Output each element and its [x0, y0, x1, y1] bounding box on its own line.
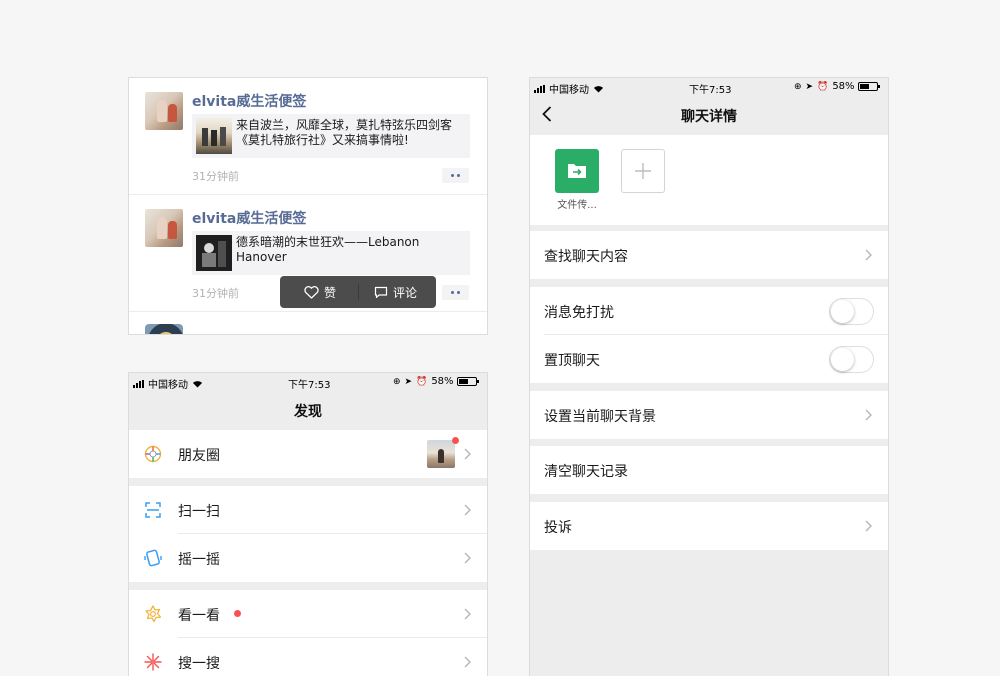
discover-item-search[interactable]: 搜一搜 — [129, 638, 487, 676]
item-label: 摇一摇 — [178, 552, 220, 568]
chevron-right-icon — [865, 249, 872, 261]
page-title: 聊天详情 — [681, 109, 737, 125]
plus-icon — [635, 163, 651, 179]
row-label: 投诉 — [544, 520, 572, 536]
page-title: 发现 — [294, 404, 322, 420]
top-stories-icon — [145, 605, 162, 623]
heart-icon — [304, 285, 319, 299]
scan-icon — [145, 502, 161, 518]
wifi-icon — [193, 380, 202, 387]
like-label: 赞 — [324, 285, 337, 300]
shake-icon — [144, 549, 162, 567]
discover-item-moments[interactable]: 朋友圈 — [129, 430, 487, 478]
row-label: 设置当前聊天背景 — [544, 409, 656, 425]
shared-link-card[interactable]: 来自波兰，风靡全球，莫扎特弦乐四剑客《莫扎特旅行社》又来搞事情啦! — [192, 114, 470, 158]
sticky-on-top-row: 置顶聊天 — [530, 335, 888, 383]
member-name: 文件传... — [557, 200, 597, 211]
link-thumbnail — [196, 235, 232, 271]
rotation-lock-icon: ⊕ — [794, 81, 802, 92]
discover-item-top-stories[interactable]: 看一看 — [129, 590, 487, 638]
chevron-right-icon — [464, 608, 471, 620]
comment-button[interactable]: 评论 — [374, 276, 417, 308]
link-title: 德系暗潮的末世狂欢——Lebanon Hanover — [236, 235, 420, 264]
moments-icon — [144, 445, 162, 463]
row-label: 查找聊天内容 — [544, 249, 628, 265]
moments-preview-thumbnail — [427, 440, 455, 468]
chevron-right-icon — [865, 520, 872, 532]
signal-icon — [534, 84, 546, 93]
avatar[interactable] — [145, 92, 183, 130]
post-time: 31分钟前 — [192, 287, 239, 300]
item-label: 朋友圈 — [178, 448, 220, 464]
add-member-button[interactable] — [621, 149, 665, 193]
status-time: 下午7:53 — [288, 380, 331, 391]
status-time: 下午7:53 — [689, 85, 732, 96]
carrier-name: 中国移动 — [549, 85, 589, 96]
discover-panel: 中国移动 下午7:53 ⊕ ➤ ⏰ 58% 发现 朋友圈 扫一扫 摇一摇 看一看… — [128, 372, 488, 676]
chevron-right-icon — [464, 656, 471, 668]
more-actions-button[interactable] — [442, 285, 469, 300]
report-row[interactable]: 投诉 — [530, 502, 888, 550]
rotation-lock-icon: ⊕ — [393, 376, 401, 387]
post-author[interactable]: elvita威生活便签 — [192, 208, 306, 228]
location-icon: ➤ — [805, 81, 814, 92]
comment-label: 评论 — [393, 285, 418, 300]
member-avatar[interactable] — [555, 149, 599, 193]
divider — [129, 311, 487, 312]
search-chat-history-row[interactable]: 查找聊天内容 — [530, 231, 888, 279]
status-bar: 中国移动 下午7:53 ⊕ ➤ ⏰ 58% — [530, 78, 888, 96]
mute-notifications-row: 消息免打扰 — [530, 287, 888, 335]
link-thumbnail — [196, 118, 232, 154]
chevron-right-icon — [464, 448, 471, 460]
sticky-on-top-toggle[interactable] — [829, 346, 874, 373]
chevron-right-icon — [464, 552, 471, 564]
moments-feed-panel: elvita威生活便签 来自波兰，风靡全球，莫扎特弦乐四剑客《莫扎特旅行社》又来… — [128, 77, 488, 335]
search-icon — [144, 653, 162, 671]
carrier-name: 中国移动 — [148, 380, 188, 391]
clear-chat-history-row[interactable]: 清空聊天记录 — [530, 446, 888, 494]
item-label: 搜一搜 — [178, 656, 220, 672]
new-content-badge — [234, 610, 241, 617]
set-chat-background-row[interactable]: 设置当前聊天背景 — [530, 391, 888, 439]
avatar[interactable] — [145, 209, 183, 247]
battery-icon — [857, 82, 880, 91]
new-moment-badge — [452, 437, 459, 444]
item-label: 扫一扫 — [178, 504, 220, 520]
discover-item-scan[interactable]: 扫一扫 — [129, 486, 487, 534]
row-label: 置顶聊天 — [544, 353, 600, 369]
divider — [129, 194, 487, 195]
shared-link-card[interactable]: 德系暗潮的末世狂欢——Lebanon Hanover — [192, 231, 470, 275]
post-time: 31分钟前 — [192, 170, 239, 183]
alarm-icon: ⏰ — [416, 376, 428, 387]
avatar[interactable] — [145, 324, 183, 334]
like-comment-popup: 赞 评论 — [280, 276, 436, 308]
comment-icon — [374, 286, 388, 298]
battery-percent: 58% — [431, 376, 454, 387]
status-bar: 中国移动 下午7:53 ⊕ ➤ ⏰ 58% — [129, 373, 487, 391]
location-icon: ➤ — [404, 376, 413, 387]
chat-details-panel: 中国移动 下午7:53 ⊕ ➤ ⏰ 58% 聊天详情 文件传... 查找聊天内容 — [529, 77, 889, 676]
signal-icon — [133, 379, 145, 388]
wifi-icon — [594, 85, 603, 92]
discover-item-shake[interactable]: 摇一摇 — [129, 534, 487, 582]
chevron-right-icon — [464, 504, 471, 516]
chevron-right-icon — [865, 409, 872, 421]
mute-notifications-toggle[interactable] — [829, 298, 874, 325]
row-label: 清空聊天记录 — [544, 464, 628, 480]
like-button[interactable]: 赞 — [304, 276, 336, 308]
row-label: 消息免打扰 — [544, 305, 614, 321]
battery-percent: 58% — [832, 81, 855, 92]
item-label: 看一看 — [178, 608, 220, 624]
battery-icon — [456, 377, 479, 386]
post-author[interactable]: elvita威生活便签 — [192, 91, 306, 111]
alarm-icon: ⏰ — [817, 81, 829, 92]
link-title: 来自波兰，风靡全球，莫扎特弦乐四剑客《莫扎特旅行社》又来搞事情啦! — [236, 118, 453, 147]
file-transfer-icon — [568, 164, 586, 178]
chat-members-section: 文件传... — [530, 135, 888, 225]
more-actions-button[interactable] — [442, 168, 469, 183]
